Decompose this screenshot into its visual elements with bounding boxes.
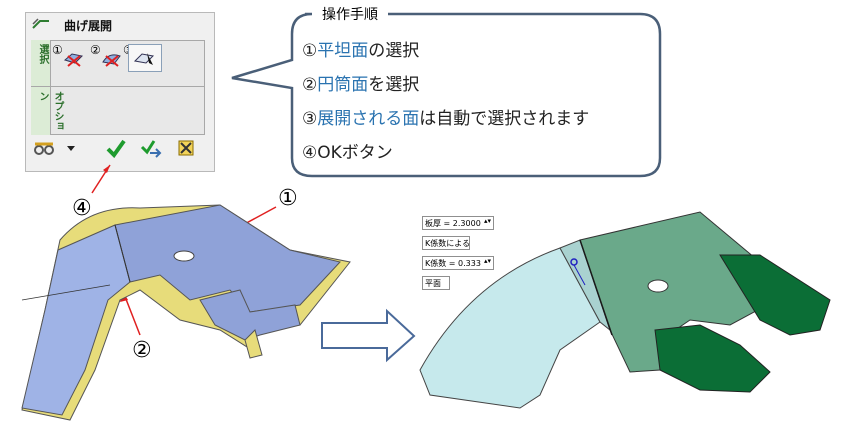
- step-3: ③展開される面は自動で選択されます: [302, 104, 589, 129]
- step-1-highlight: 平坦面: [317, 41, 369, 61]
- step-4-text: OKボタン: [317, 143, 393, 163]
- step-2: ②円筒面を選択: [302, 70, 419, 95]
- step-4: ④OKボタン: [302, 138, 393, 163]
- step-3-highlight: 展開される面: [317, 109, 420, 129]
- kfactor-spinner-icon[interactable]: ▴▾: [484, 257, 491, 265]
- annotation-4: ④: [72, 196, 92, 221]
- callout-title: 操作手順: [312, 4, 388, 24]
- step-2-text: を選択: [368, 75, 420, 95]
- callout-bubble: [231, 12, 662, 178]
- right-3d-part: [419, 211, 831, 409]
- thickness-field[interactable]: 板厚 = 2.3000 ▴▾: [422, 216, 494, 230]
- step-1-number: ①: [302, 41, 318, 61]
- step-2-highlight: 円筒面: [317, 75, 369, 95]
- kfactor-method-button[interactable]: K係数による: [422, 236, 470, 250]
- left-3d-part: [21, 204, 351, 421]
- step-4-number: ④: [302, 143, 318, 163]
- thickness-spinner-icon[interactable]: ▴▾: [484, 217, 491, 225]
- step-3-text: は自動で選択されます: [419, 109, 590, 129]
- annotation-1: ①: [278, 186, 298, 211]
- step-1: ①平坦面の選択: [302, 36, 419, 61]
- thickness-value: 板厚 = 2.3000: [425, 219, 481, 228]
- kfactor-value: K係数 = 0.333: [425, 259, 481, 268]
- step-3-number: ③: [302, 109, 318, 129]
- step-2-number: ②: [302, 75, 318, 95]
- plane-button[interactable]: 平面: [422, 276, 450, 290]
- annotation-2: ②: [132, 338, 152, 363]
- plane-button-label: 平面: [425, 279, 441, 288]
- direction-arrow: [321, 308, 416, 363]
- kfactor-field[interactable]: K係数 = 0.333 ▴▾: [422, 256, 494, 270]
- step-1-text: の選択: [368, 41, 420, 61]
- kfactor-method-label: K係数による: [425, 239, 471, 248]
